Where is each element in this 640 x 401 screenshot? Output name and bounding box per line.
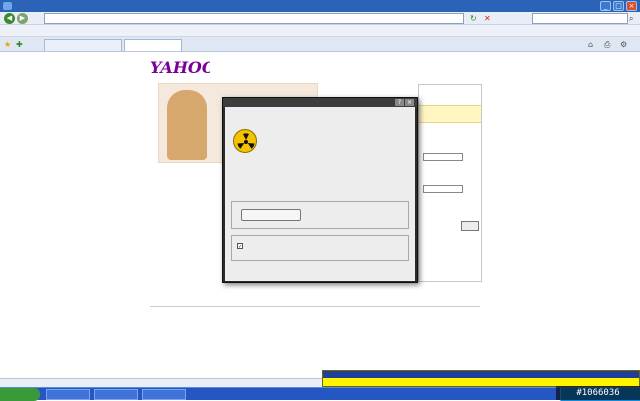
tab-1[interactable]	[44, 39, 122, 51]
tab-bar: ★ ✚ ⌂ ⎙ ⚙	[0, 37, 640, 52]
footer-divider	[150, 306, 480, 307]
login-notice	[419, 105, 481, 123]
tab-2[interactable]	[124, 39, 182, 51]
url-input[interactable]	[44, 13, 464, 24]
back-icon[interactable]: ◀	[4, 13, 15, 24]
favorites-star-icon[interactable]: ★	[4, 40, 11, 49]
dialog-body: ✓	[225, 107, 415, 281]
minimize-icon[interactable]: _	[600, 1, 611, 11]
image-watermark: #1066036	[556, 386, 640, 400]
add-favorite-icon[interactable]: ✚	[16, 40, 23, 49]
avast-notification[interactable]	[322, 370, 640, 387]
search-input[interactable]	[532, 13, 628, 24]
print-icon[interactable]: ⎙	[604, 40, 610, 50]
yahoo-logo[interactable]: YAHOO!	[150, 58, 210, 84]
action-button[interactable]	[241, 209, 301, 221]
dialog-help-icon[interactable]: ?	[395, 99, 404, 106]
address-toolbar: ◀ ▶ ↻ ✕ ⌕	[0, 12, 640, 25]
options-group	[231, 235, 409, 261]
tools-icon[interactable]: ⚙	[620, 40, 627, 49]
ie-icon	[3, 2, 12, 10]
window-titlebar: _ □ ×	[0, 0, 640, 12]
maximize-icon[interactable]: □	[613, 1, 624, 11]
avast-notification-header	[323, 371, 639, 378]
start-button[interactable]	[0, 388, 40, 401]
close-icon[interactable]: ×	[626, 1, 637, 11]
login-panel	[418, 84, 482, 282]
home-icon[interactable]: ⌂	[588, 40, 593, 49]
username-field[interactable]	[423, 153, 463, 161]
banner-person-image	[167, 90, 207, 160]
taskbar	[0, 387, 640, 401]
password-field[interactable]	[423, 185, 463, 193]
search-icon[interactable]: ⌕	[629, 14, 633, 24]
taskbar-item-3[interactable]	[142, 389, 186, 400]
login-button[interactable]	[461, 221, 479, 231]
taskbar-item-1[interactable]	[46, 389, 90, 400]
taskbar-item-2[interactable]	[94, 389, 138, 400]
dialog-titlebar[interactable]	[223, 98, 417, 107]
dialog-close-icon[interactable]: ×	[405, 99, 414, 106]
stop-icon[interactable]: ✕	[484, 14, 493, 23]
checkbox-1[interactable]: ✓	[237, 243, 243, 250]
logo-text: YAHOO!	[150, 58, 210, 77]
forward-icon[interactable]: ▶	[17, 13, 28, 24]
menu-bar	[0, 25, 640, 37]
avast-alert-dialog: ? × ✓	[222, 97, 418, 283]
refresh-icon[interactable]: ↻	[470, 14, 479, 23]
radiation-hazard-icon	[233, 129, 257, 153]
